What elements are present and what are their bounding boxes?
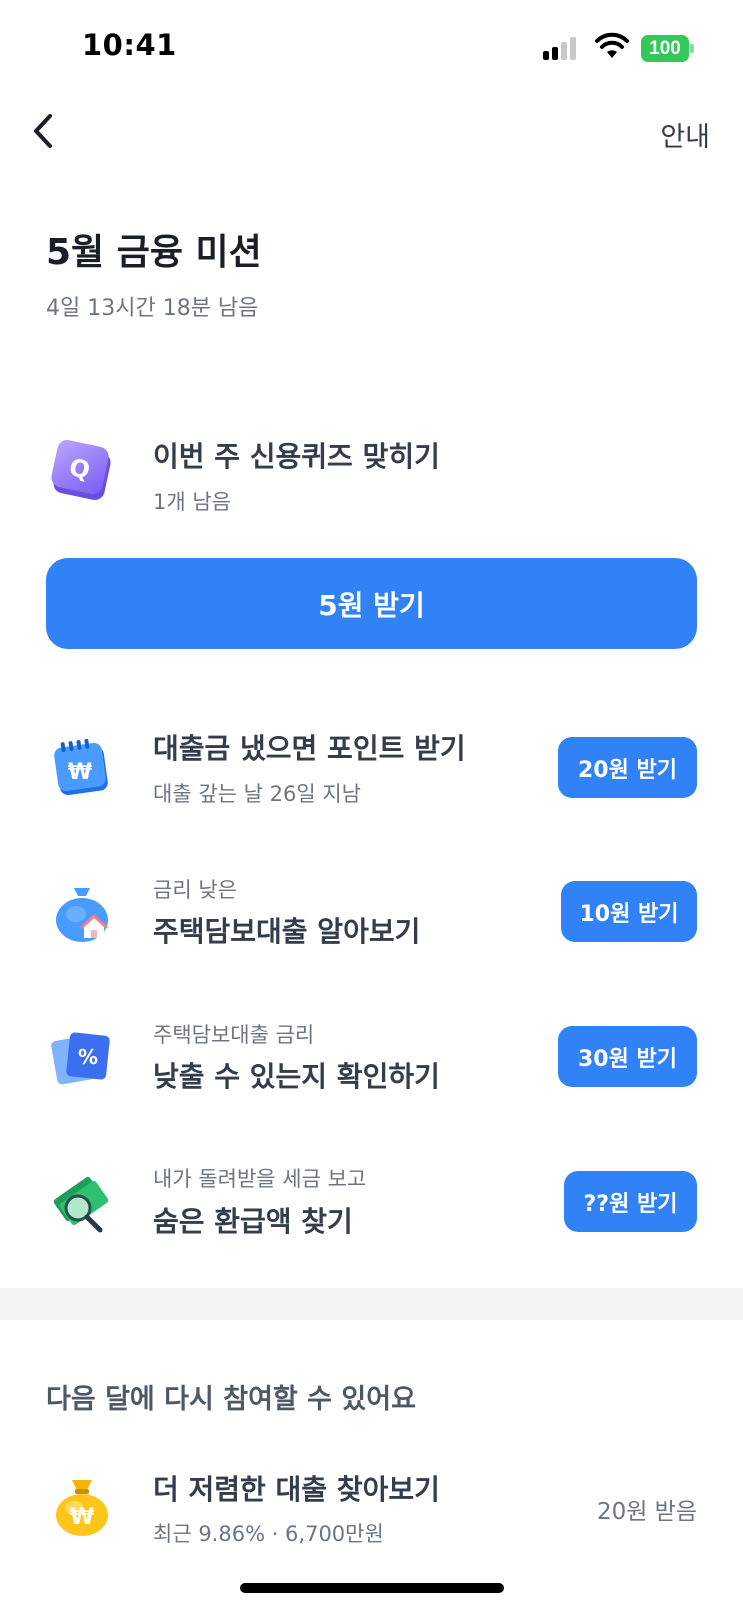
mission-pretitle: 금리 낮은 xyxy=(153,878,237,902)
next-month-heading: 다음 달에 다시 참여할 수 있어요 xyxy=(46,1384,416,1415)
claim-hidden-won-button[interactable]: ??원 받기 xyxy=(564,1171,697,1232)
received-status: 20원 받음 xyxy=(596,1499,697,1525)
mission-title: 이번 주 신용퀴즈 맞히기 xyxy=(153,440,440,473)
quiz-q-icon: Q xyxy=(51,439,111,501)
svg-text:₩: ₩ xyxy=(70,1505,94,1530)
money-bag-house-icon xyxy=(56,888,108,942)
time-remaining: 4일 13시간 18분 남음 xyxy=(46,296,259,321)
mission-title: 낮출 수 있는지 확인하기 xyxy=(153,1060,440,1093)
battery-level: 100 xyxy=(649,38,681,59)
mission-subtitle: 대출 갚는 날 26일 지남 xyxy=(153,782,361,806)
home-indicator xyxy=(240,1583,504,1593)
completed-title: 더 저렴한 대출 찾아보기 xyxy=(153,1473,440,1506)
status-bar: 10:41 100 xyxy=(0,0,743,100)
back-button[interactable] xyxy=(26,108,66,154)
money-magnifier-icon xyxy=(53,1176,109,1233)
percent-card-icon: % xyxy=(51,1032,110,1085)
section-divider xyxy=(0,1288,743,1320)
mission-title: 주택담보대출 알아보기 xyxy=(153,915,421,948)
mission-title: 대출금 냈으면 포인트 받기 xyxy=(153,732,466,765)
status-time: 10:41 xyxy=(82,28,177,62)
gold-money-bag-icon: ₩ xyxy=(56,1480,108,1536)
claim-30-won-button[interactable]: 30원 받기 xyxy=(558,1026,697,1087)
mission-title: 숨은 환급액 찾기 xyxy=(153,1205,353,1238)
mission-subtitle: 1개 남음 xyxy=(153,490,231,514)
mission-pretitle: 주택담보대출 금리 xyxy=(153,1023,315,1047)
mission-pretitle: 내가 돌려받을 세금 보고 xyxy=(153,1167,367,1191)
calendar-won-icon: ₩ xyxy=(54,738,108,796)
claim-10-won-button[interactable]: 10원 받기 xyxy=(561,881,697,942)
nav-bar: 안내 xyxy=(0,100,743,162)
completed-subtitle: 최근 9.86% · 6,700만원 xyxy=(153,1522,384,1546)
battery-icon: 100 xyxy=(641,35,694,62)
svg-text:₩: ₩ xyxy=(68,760,92,785)
cellular-signal-icon xyxy=(543,36,583,60)
chevron-left-icon xyxy=(34,114,52,148)
page-title: 5월 금융 미션 xyxy=(46,232,262,273)
claim-20-won-button[interactable]: 20원 받기 xyxy=(558,737,697,798)
claim-5-won-button[interactable]: 5원 받기 xyxy=(46,558,697,649)
svg-text:%: % xyxy=(78,1045,98,1069)
wifi-icon xyxy=(595,32,629,58)
guide-link[interactable]: 안내 xyxy=(660,115,710,154)
